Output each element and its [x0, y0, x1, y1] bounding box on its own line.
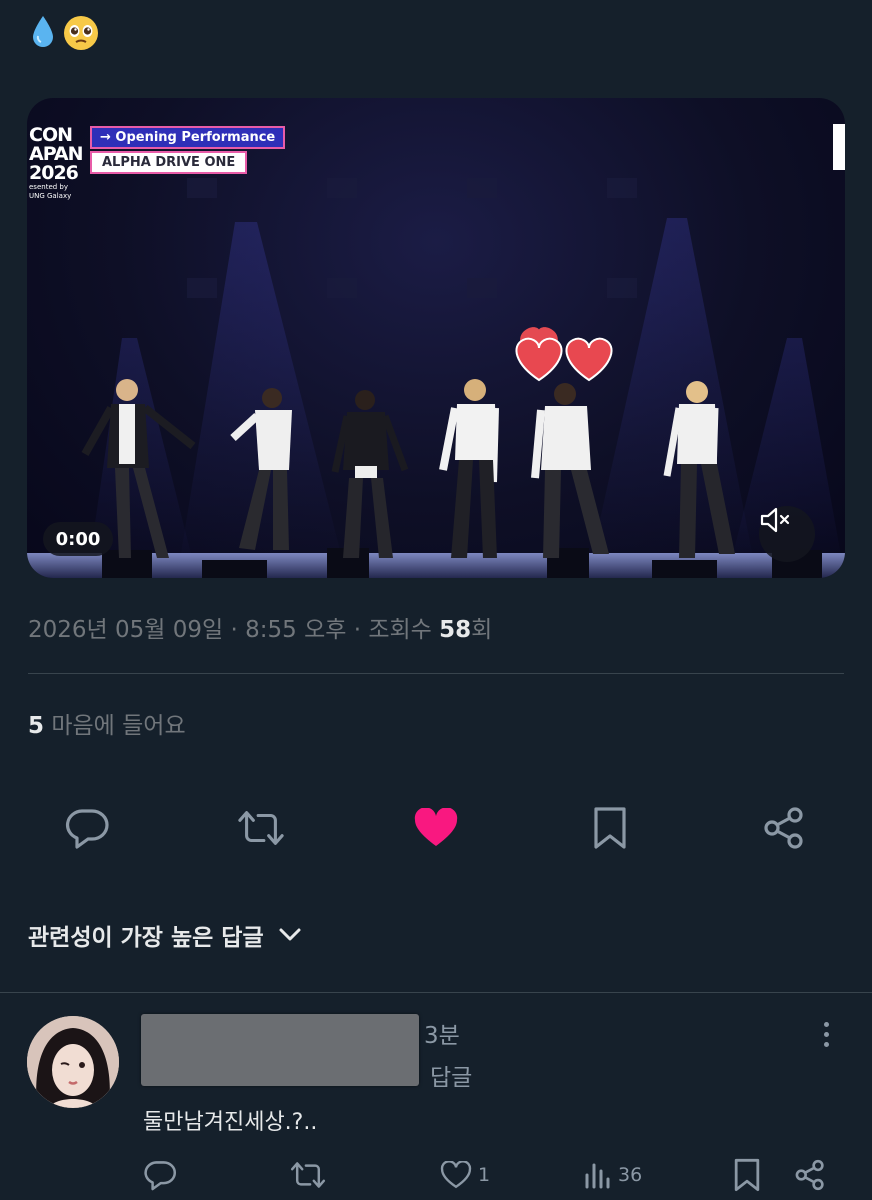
reply-view-count: 36: [618, 1164, 643, 1186]
separator: ·: [223, 617, 246, 643]
video-player[interactable]: CON APAN 2026 esented by UNG Galaxy → Op…: [27, 98, 845, 578]
reply-icon: [144, 1161, 176, 1191]
repost-icon: [238, 811, 284, 845]
likes-count: 5: [28, 713, 45, 739]
droplet-emoji-icon: [33, 16, 53, 47]
redacted-username: [141, 1014, 419, 1086]
replies-sort-dropdown[interactable]: 관련성이 가장 높은 답글: [28, 918, 302, 952]
artist-tag: ALPHA DRIVE ONE: [90, 151, 248, 174]
more-options-button[interactable]: [812, 1016, 840, 1052]
reply-like-button[interactable]: 1: [440, 1156, 490, 1194]
reply-bookmark-button[interactable]: [733, 1156, 761, 1194]
more-dot-icon: [823, 1041, 829, 1047]
separator: ·: [346, 617, 369, 643]
views-prefix: 조회수: [368, 617, 440, 643]
share-icon: [764, 807, 803, 849]
more-dot-icon: [823, 1021, 829, 1027]
holding-back-tears-emoji-icon: [64, 16, 98, 50]
analytics-icon: [585, 1163, 610, 1189]
views-suffix: 회: [471, 617, 493, 643]
replies-sort-label: 관련성이 가장 높은 답글: [28, 925, 264, 951]
views-count: 58: [439, 617, 472, 643]
more-dot-icon: [823, 1031, 829, 1037]
reply-like-count: 1: [478, 1164, 491, 1186]
reply-repost-button[interactable]: [290, 1156, 326, 1194]
reply-reply-button[interactable]: [143, 1156, 177, 1194]
divider: [28, 673, 844, 674]
post-date: 2026년 05월 09일: [28, 617, 224, 643]
post-metadata: 2026년 05월 09일 · 8:55 오후 · 조회수 58회: [28, 610, 492, 644]
post-time: 8:55 오후: [245, 617, 347, 643]
user-avatar-image: [27, 1016, 119, 1108]
avatar[interactable]: [27, 1016, 119, 1108]
chevron-down-icon: [279, 928, 301, 941]
performance-tag: → Opening Performance: [90, 126, 286, 149]
replying-to: 답글: [430, 1065, 473, 1091]
likes-summary[interactable]: 5 마음에 들어요: [28, 706, 186, 740]
like-icon: [414, 808, 458, 846]
reply-text: 둘만남겨진세상.?..: [143, 1110, 318, 1135]
reply-share-button[interactable]: [794, 1156, 826, 1194]
repost-icon: [290, 1162, 326, 1188]
divider: [0, 992, 872, 993]
bookmark-icon: [594, 807, 626, 849]
like-button[interactable]: [412, 804, 460, 852]
broadcast-logo: CON APAN 2026 esented by UNG Galaxy: [29, 124, 83, 201]
speaker-muted-icon: [760, 507, 790, 533]
bookmark-icon: [734, 1158, 760, 1192]
reply-timestamp: 3분: [424, 1023, 460, 1049]
bookmark-button[interactable]: [586, 804, 634, 852]
post-text: [30, 14, 100, 52]
video-time: 0:00: [43, 522, 113, 556]
share-button[interactable]: [760, 804, 808, 852]
likes-label: 마음에 들어요: [51, 713, 186, 739]
repost-button[interactable]: [237, 804, 285, 852]
channel-watermark: [833, 124, 845, 170]
reply-button[interactable]: [63, 804, 111, 852]
share-icon: [795, 1159, 824, 1191]
reply-icon: [65, 809, 109, 849]
reply-views-button[interactable]: 36: [584, 1156, 642, 1194]
mute-button[interactable]: [759, 506, 815, 562]
heart-outline-icon: [440, 1161, 472, 1189]
